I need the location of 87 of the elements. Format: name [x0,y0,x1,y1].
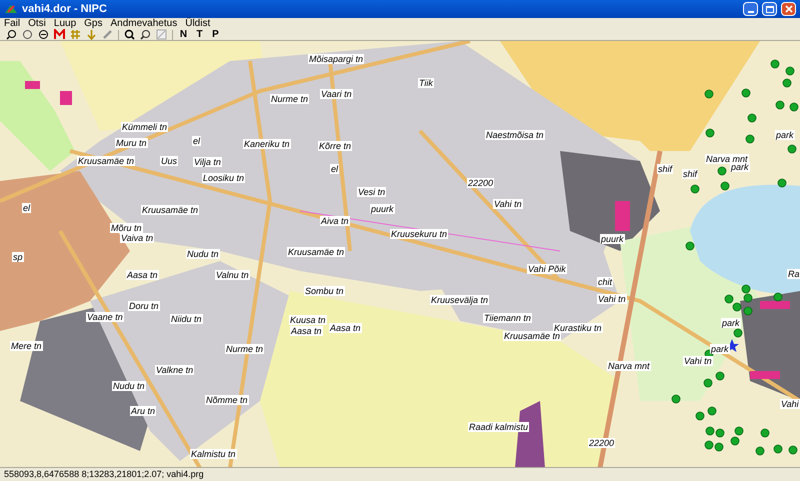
search-icon[interactable] [122,28,137,41]
street-label: puurk [370,204,395,214]
minimize-button[interactable] [743,2,758,16]
street-label: Ra [787,269,800,279]
minimize-icon [748,11,754,13]
street-label: Vaane tn [86,312,124,322]
street-label: Kuusa tn [289,315,327,325]
menu-item[interactable]: Luup [54,18,76,28]
street-label: Nurme tn [270,94,310,104]
street-label: Vilja tn [193,157,222,167]
street-label: Kruusekuru tn [390,229,448,239]
street-label: Raadi kalmistu [468,422,530,432]
street-label: Naestmõisa tn [485,130,545,140]
street-label: shif [682,169,698,179]
street-label: Mere tn [10,341,43,351]
street-label: Doru tn [128,301,160,311]
street-label: Nudu tn [112,381,146,391]
street-label: Vesi tn [357,187,386,197]
street-label: 22200 [467,178,494,188]
street-label: Kurastiku tn [553,323,603,333]
menu-item[interactable]: Üldist [185,18,210,28]
street-label: Tiiemann tn [483,313,532,323]
street-label: Vaari tn [320,89,353,99]
street-label: Vahi tn [493,199,523,209]
street-label: el [22,203,32,213]
street-label: Loosiku tn [202,173,246,183]
street-label: Narva mnt [607,361,651,371]
street-label: Vaiva tn [120,233,154,243]
toolbar-button[interactable]: P [208,28,223,40]
street-label: el [330,164,340,174]
street-label: Valkne tn [155,365,194,375]
street-label: 22200 [588,438,616,448]
street-label: Mõru tn [110,223,143,233]
street-label: Kaneriku tn [243,139,291,149]
street-label: Kruusamäe tn [287,247,346,257]
street-label: Kruusamäe tn [141,205,200,215]
street-label: Narva mnt [705,154,749,164]
street-label: Aasa tn [290,326,323,336]
street-label: Vahi tn [683,356,713,366]
maximize-button[interactable] [762,2,777,16]
street-label: chit [597,277,614,287]
close-button[interactable] [781,2,796,16]
street-label: Sombu tn [304,286,345,296]
street-label: Vahi tn [597,294,627,304]
map-drawing[interactable] [0,41,800,467]
street-label: park [775,130,795,140]
street-label: Vahi Põik [527,264,567,274]
street-label: el [192,136,202,146]
close-icon [784,5,792,13]
street-label: sp [12,252,24,262]
street-label: Aasa tn [329,323,362,333]
menu-item[interactable]: Fail [4,18,20,28]
street-label: Kruusamäe tn [77,156,136,166]
street-label: park [710,344,730,354]
street-label: Aru tn [130,406,156,416]
status-text: 558093,8,6476588 8;13283,21801;2.07; vahi4.prg [4,470,204,479]
street-label: Niidu tn [170,314,203,324]
street-label: Kõrre tn [318,141,352,151]
street-label: Kruusevälja tn [430,295,490,305]
street-label: Kümmeli tn [121,122,168,132]
street-label: Nurme tn [225,344,264,354]
street-label: shif [657,164,674,174]
menu-item[interactable]: Otsi [28,18,46,28]
street-label: Valnu tn [215,270,250,280]
street-label: Kruusamäe tn [503,331,562,341]
app-icon [4,3,18,15]
toolbar-button[interactable]: N [176,28,191,40]
street-label: Vahi [780,399,800,409]
street-label: Nõmme tn [205,395,249,405]
street-label: Tiik [418,78,434,88]
street-label: park [721,318,741,328]
street-label: Aiva tn [320,216,350,226]
window-title: vahi4.dor - NIPC [22,2,107,17]
street-label: Kalmistu tn [190,449,237,459]
maximize-icon [766,6,774,12]
zoom-in-icon[interactable] [4,28,19,41]
street-label: Mõisapargi tn [308,54,364,64]
street-label: Aasa tn [126,270,159,280]
street-label: Muru tn [115,138,148,148]
street-label: park [730,162,750,172]
street-label: Uus [160,156,178,166]
menu-item[interactable]: Andmevahetus [110,18,178,28]
street-label: Nudu tn [186,249,220,259]
search-icon[interactable] [138,28,153,41]
street-label: puurk [600,234,625,244]
menu-item[interactable]: Gps [84,18,102,28]
toolbar-button[interactable]: T [192,28,207,40]
